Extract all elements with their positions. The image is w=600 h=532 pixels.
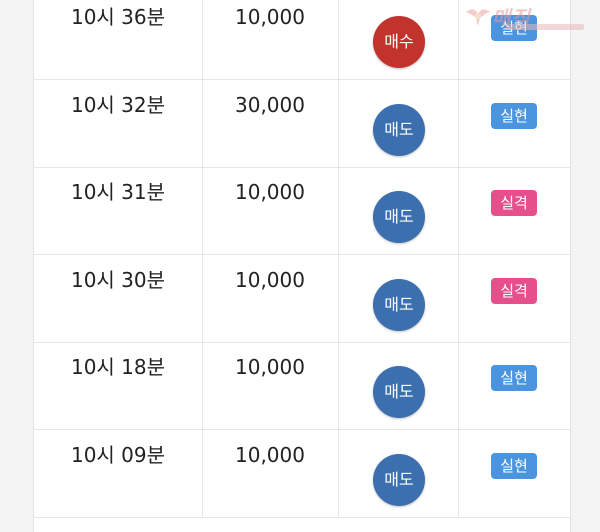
- table-row: 10시 32분 30,000 매도 실현: [34, 80, 570, 168]
- column-divider: [338, 167, 339, 254]
- result-badge: 실현: [491, 453, 537, 479]
- result-badge: 실현: [491, 365, 537, 391]
- time-cell: 10시 36분: [70, 5, 166, 29]
- amount-cell: 10,000: [235, 355, 305, 379]
- column-divider: [338, 80, 339, 167]
- table-row: 10시 18분 10,000 매도 실현: [34, 342, 570, 430]
- watermark-logo: 매직: [462, 2, 592, 38]
- column-divider: [458, 80, 459, 167]
- amount-cell: 30,000: [235, 93, 305, 117]
- result-badge: 실현: [491, 103, 537, 129]
- result-badge: 실격: [491, 190, 537, 216]
- trade-type-badge: 매도: [373, 366, 425, 418]
- trade-history-table: 10시 36분 10,000 매수 실현 10시 32분 30,000 매도 실…: [33, 0, 571, 532]
- column-divider: [458, 255, 459, 342]
- amount-cell: 10,000: [235, 443, 305, 467]
- amount-cell: 10,000: [235, 268, 305, 292]
- amount-cell: 10,000: [235, 180, 305, 204]
- time-cell: 10시 09분: [70, 443, 166, 467]
- table-row: 10시 30분 10,000 매도 실격: [34, 255, 570, 343]
- table-row: 10시 09분 10,000 매도 실현: [34, 430, 570, 518]
- column-divider: [338, 0, 339, 79]
- amount-cell: 10,000: [235, 5, 305, 29]
- trade-type-badge: 매도: [373, 104, 425, 156]
- trade-type-badge: 매도: [373, 191, 425, 243]
- result-badge: 실격: [491, 278, 537, 304]
- trade-type-badge: 매수: [373, 16, 425, 68]
- time-cell: 10시 31분: [70, 180, 166, 204]
- watermark-underline: [506, 24, 584, 30]
- table-row: 10시 31분 10,000 매도 실격: [34, 167, 570, 255]
- time-cell: 10시 30분: [70, 268, 166, 292]
- column-divider: [338, 342, 339, 429]
- time-cell: 10시 32분: [70, 93, 166, 117]
- trade-type-badge: 매도: [373, 454, 425, 506]
- time-cell: 10시 18분: [70, 355, 166, 379]
- column-divider: [458, 0, 459, 79]
- column-divider: [338, 255, 339, 342]
- wing-emblem-icon: [466, 9, 490, 26]
- column-divider: [458, 342, 459, 429]
- trade-type-badge: 매도: [373, 279, 425, 331]
- column-divider: [338, 430, 339, 517]
- column-divider: [458, 430, 459, 517]
- column-divider: [458, 167, 459, 254]
